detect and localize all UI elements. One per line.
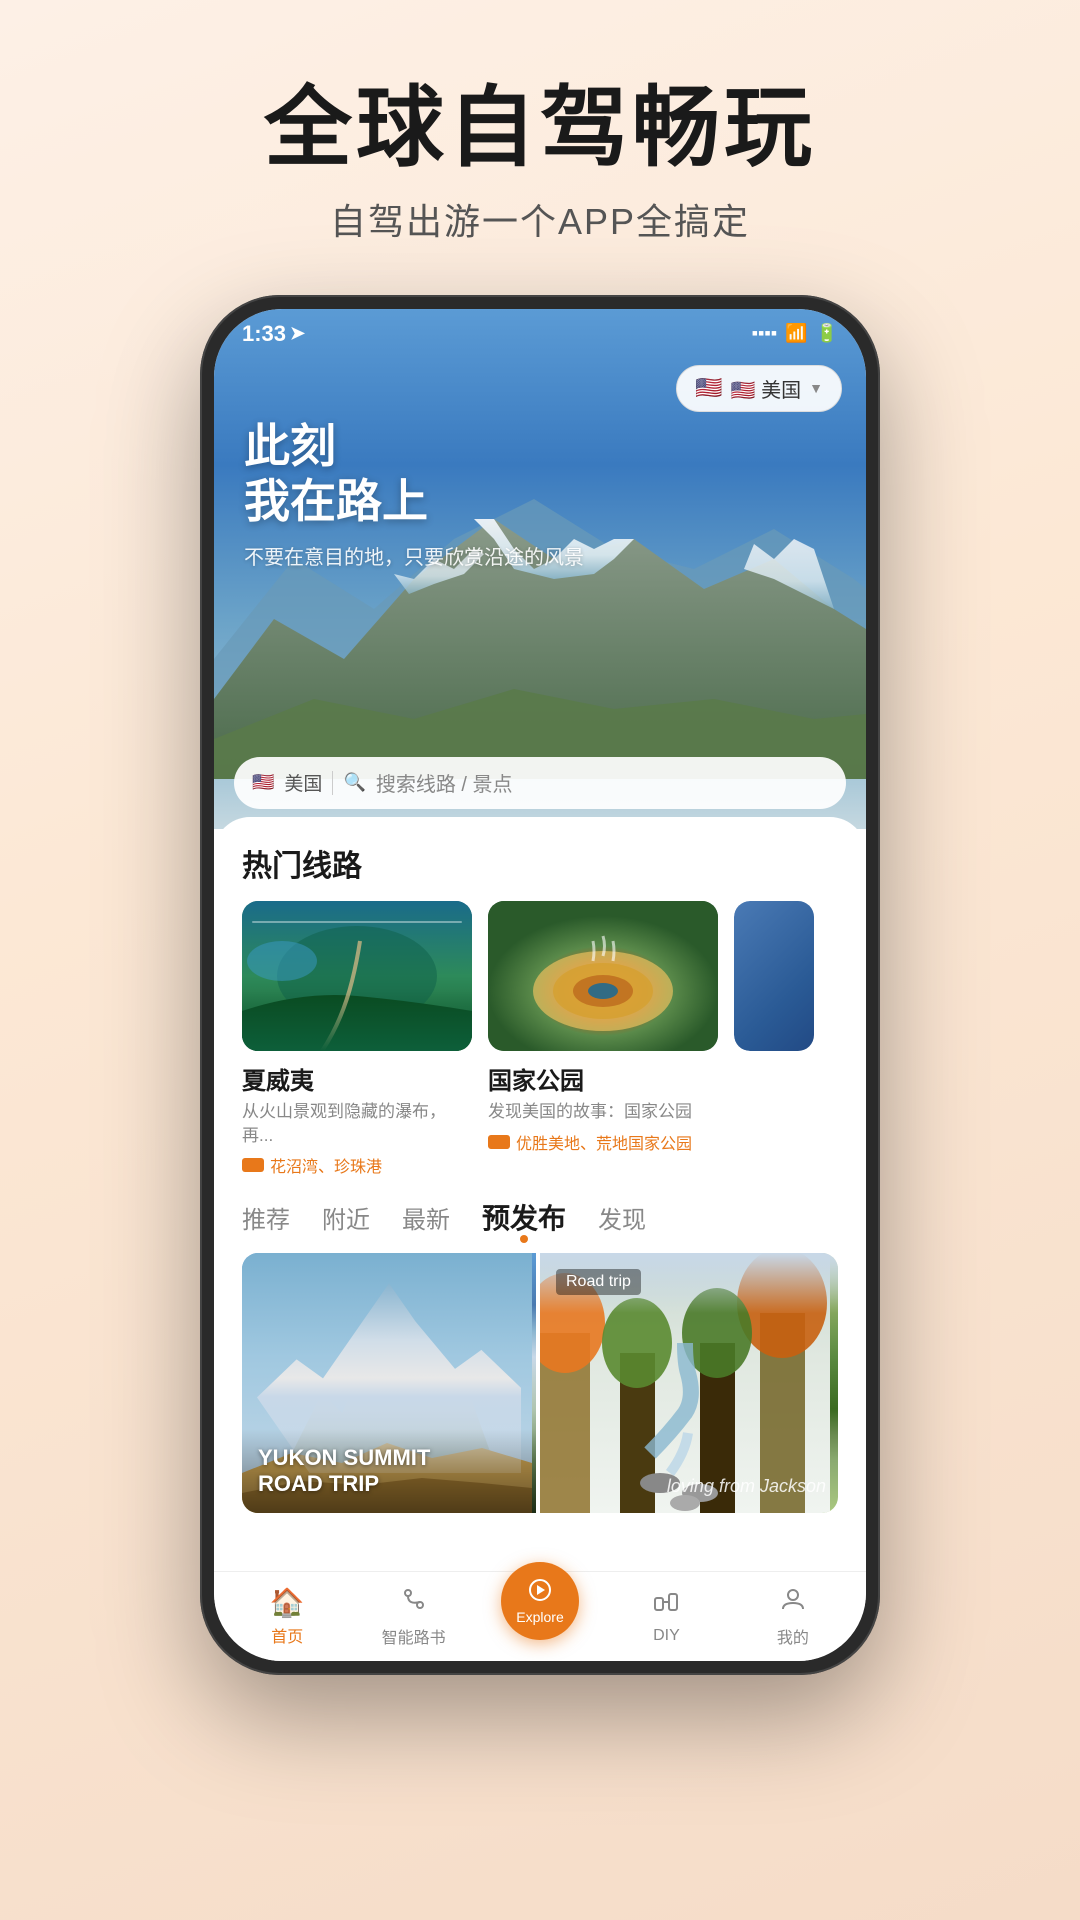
search-divider [332, 771, 333, 795]
status-bar: 1:33 ➤ ▪▪▪▪ 📶 🔋 [214, 309, 866, 359]
search-flag-icon: 🇺🇸 [252, 772, 274, 793]
route-card-desc-hawaii: 从火山景观到隐藏的瀑布，再... [242, 1100, 472, 1148]
page-wrapper: 全球自驾畅玩 自驾出游一个APP全搞定 [200, 80, 880, 1675]
route-card-title-park: 国家公园 [488, 1061, 718, 1096]
tag-icon-2 [488, 1135, 510, 1149]
route-card-img-east [734, 901, 814, 1051]
grid-card-label-forest: Road trip [556, 1269, 641, 1295]
profile-icon [779, 1585, 807, 1620]
page-header: 全球自驾畅玩 自驾出游一个APP全搞定 [200, 80, 880, 245]
home-icon: 🏠 [270, 1586, 305, 1619]
tab-recommend[interactable]: 推荐 [242, 1200, 290, 1235]
tab-latest[interactable]: 最新 [402, 1200, 450, 1235]
location-icon: ➤ [290, 323, 305, 344]
phone-inner: 1:33 ➤ ▪▪▪▪ 📶 🔋 🇺🇸 🇺🇸 美国 ▼ [214, 309, 866, 1661]
nav-explore[interactable]: Explore [477, 1592, 603, 1640]
nav-home[interactable]: 🏠 首页 [224, 1586, 350, 1647]
hero-section: 1:33 ➤ ▪▪▪▪ 📶 🔋 🇺🇸 🇺🇸 美国 ▼ [214, 309, 866, 829]
search-country-label: 美国 [284, 769, 322, 796]
explore-button[interactable]: Explore [501, 1562, 579, 1640]
bottom-nav: 🏠 首页 智能路书 [214, 1571, 866, 1661]
route-card-title-hawaii: 夏威夷 [242, 1061, 472, 1096]
routes-scroll: 夏威夷 从火山景观到隐藏的瀑布，再... 花沼湾、珍珠港 [214, 901, 866, 1178]
tag-icon [242, 1158, 264, 1172]
battery-icon: 🔋 [816, 323, 838, 344]
route-card-east[interactable] [734, 901, 814, 1178]
search-bar[interactable]: 🇺🇸 美国 🔍 搜索线路 / 景点 [234, 757, 846, 809]
route-card-park[interactable]: 国家公园 发现美国的故事：国家公园 优胜美地、荒地国家公园 [488, 901, 718, 1178]
page-subtitle: 自驾出游一个APP全搞定 [200, 193, 880, 245]
nav-profile[interactable]: 我的 [730, 1585, 856, 1648]
route-card-tags-park: 优胜美地、荒地国家公园 [488, 1130, 718, 1154]
route-card-desc-park: 发现美国的故事：国家公园 [488, 1100, 718, 1124]
phone-mockup: 1:33 ➤ ▪▪▪▪ 📶 🔋 🇺🇸 🇺🇸 美国 ▼ [200, 295, 880, 1675]
tab-discover[interactable]: 发现 [598, 1200, 646, 1235]
grid-card-title-yukon: YUKON SUMMITROAD TRIP [258, 1445, 520, 1498]
signal-icon: ▪▪▪▪ [752, 323, 778, 344]
wifi-icon: 📶 [785, 323, 807, 344]
nav-routebook[interactable]: 智能路书 [350, 1585, 476, 1648]
route-card-tags-hawaii: 花沼湾、珍珠港 [242, 1153, 472, 1177]
routebook-icon [400, 1585, 428, 1620]
tabs-bar: 推荐 附近 最新 预发布 发现 [214, 1177, 866, 1253]
country-name: 🇺🇸 美国 [731, 374, 801, 403]
explore-icon [527, 1577, 553, 1609]
hero-main-text: 此刻 我在路上 [244, 419, 584, 529]
grid-card-forest[interactable]: Road trip loving from Jackson [540, 1253, 838, 1513]
route-card-hawaii[interactable]: 夏威夷 从火山景观到隐藏的瀑布，再... 花沼湾、珍珠港 [242, 901, 472, 1178]
hero-text: 此刻 我在路上 不要在意目的地，只要欣赏沿途的风景 [244, 419, 584, 570]
grid-card-overlay-yukon: YUKON SUMMITROAD TRIP [242, 1429, 536, 1514]
explore-label: Explore [516, 1609, 563, 1625]
phone-outer: 1:33 ➤ ▪▪▪▪ 📶 🔋 🇺🇸 🇺🇸 美国 ▼ [200, 295, 880, 1675]
page-title: 全球自驾畅玩 [200, 80, 880, 177]
content-area: 热门线路 [214, 817, 866, 1571]
status-time: 1:33 ➤ [242, 321, 305, 347]
search-placeholder-text: 搜索线路 / 景点 [376, 768, 513, 797]
grid-card-yukon[interactable]: YUKON SUMMITROAD TRIP [242, 1253, 536, 1513]
nav-diy-label: DIY [653, 1627, 680, 1645]
grid-card-bottom-text: loving from Jackson [667, 1476, 826, 1497]
route-card-img-park [488, 901, 718, 1051]
dropdown-arrow-icon: ▼ [809, 380, 823, 396]
status-icons: ▪▪▪▪ 📶 🔋 [752, 323, 838, 344]
nav-profile-label: 我的 [777, 1624, 809, 1648]
card-grid: YUKON SUMMITROAD TRIP [214, 1253, 866, 1513]
search-icon: 🔍 [343, 772, 365, 793]
hot-routes-title: 热门线路 [214, 817, 866, 901]
nav-diy[interactable]: DIY [603, 1588, 729, 1645]
hero-sub-text: 不要在意目的地，只要欣赏沿途的风景 [244, 541, 584, 570]
nav-routebook-label: 智能路书 [382, 1624, 446, 1648]
tab-nearby[interactable]: 附近 [322, 1200, 370, 1235]
route-card-img-hawaii [242, 901, 472, 1051]
diy-icon [652, 1588, 680, 1623]
country-badge[interactable]: 🇺🇸 🇺🇸 美国 ▼ [676, 365, 842, 412]
nav-home-label: 首页 [271, 1623, 303, 1647]
country-flag: 🇺🇸 [695, 375, 722, 401]
tab-prerelease[interactable]: 预发布 [482, 1197, 566, 1237]
